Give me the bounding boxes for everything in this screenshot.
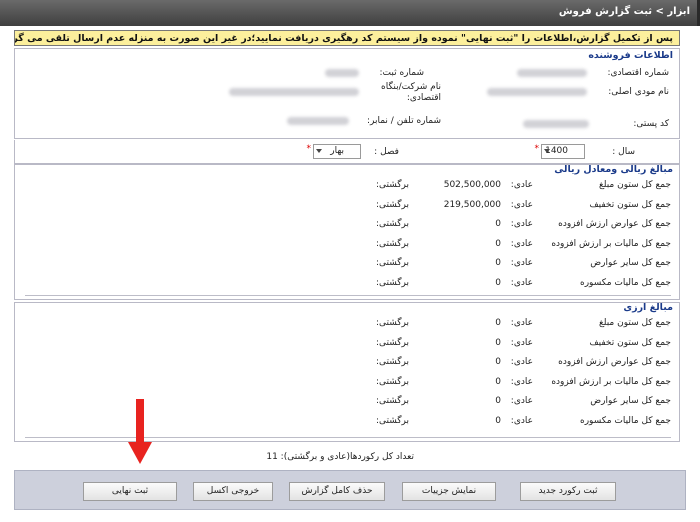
breadcrumb: ابزار > ثبت گزارش فروش: [558, 6, 690, 17]
row-label: جمع کل عوارض ارزش افزوده: [558, 357, 671, 367]
row-label: جمع کل سایر عوارض: [590, 258, 671, 268]
return-label: برگشتی:: [375, 357, 409, 367]
row-label: جمع کل ستون تخفیف: [589, 199, 671, 210]
return-label: برگشتی:: [375, 337, 409, 348]
normal-label: عادی:: [510, 396, 533, 406]
company-name-label: نام شرکت/بنگاه اقتصادی:: [381, 82, 441, 103]
action-button-bar: ثبت رکورد جدید نمایش جزییات حذف کامل گزا…: [14, 470, 686, 510]
title-bar: ابزار > ثبت گزارش فروش: [0, 0, 700, 26]
row-label: جمع کل سایر عوارض: [590, 396, 671, 406]
season-label: فصل :: [374, 147, 399, 157]
seller-info-title: اطلاعات فروشنده: [588, 50, 673, 61]
delete-report-button[interactable]: حذف کامل گزارش: [289, 482, 385, 501]
seller-info-panel: اطلاعات فروشنده شماره اقتصادی: شماره ثبت…: [14, 48, 680, 139]
normal-label: عادی:: [510, 277, 533, 288]
normal-label: عادی:: [510, 318, 533, 328]
row-label: جمع کل مالیات بر ارزش افزوده: [551, 376, 671, 387]
warning-notice: پس از تکمیل گزارش،اطلاعات را "ثبت نهایی"…: [14, 30, 680, 46]
record-count: تعداد کل رکوردها(عادی و برگشتی): 11: [266, 452, 414, 462]
company-name-value: [229, 88, 359, 96]
return-label: برگشتی:: [375, 318, 409, 328]
return-label: برگشتی:: [375, 415, 409, 426]
normal-label: عادی:: [510, 219, 533, 229]
final-submit-button[interactable]: ثبت نهایی: [83, 482, 177, 501]
normal-label: عادی:: [510, 357, 533, 367]
taxpayer-name-value: [487, 88, 587, 96]
return-label: برگشتی:: [375, 376, 409, 387]
rial-amounts-panel: مبالغ ریالی ومعادل ریالی جمع کل ستون مبل…: [14, 164, 680, 300]
year-required-mark: *: [534, 144, 540, 154]
return-label: برگشتی:: [375, 238, 409, 249]
phone-label: شماره تلفن / نمابر:: [366, 116, 441, 126]
return-label: برگشتی:: [375, 277, 409, 288]
row-label: جمع کل عوارض ارزش افزوده: [558, 219, 671, 229]
row-label: جمع کل مالیات مکسوره: [579, 415, 671, 426]
row-label: جمع کل ستون مبلغ: [598, 180, 671, 190]
normal-label: عادی:: [510, 337, 533, 348]
row-label: جمع کل مالیات مکسوره: [579, 277, 671, 288]
chevron-down-icon: [316, 149, 322, 153]
taxpayer-name-label: نام مودی اصلی:: [608, 87, 669, 97]
season-required-mark: *: [306, 144, 312, 154]
currency-amounts-title: مبالغ ارزی: [623, 302, 673, 313]
economic-code-label: شماره اقتصادی:: [607, 68, 669, 78]
show-details-button[interactable]: نمایش جزییات: [402, 482, 496, 501]
economic-code-value: [517, 69, 587, 77]
normal-label: عادی:: [510, 238, 533, 249]
postal-code-label: کد پستی:: [633, 119, 669, 129]
return-label: برگشتی:: [375, 396, 409, 406]
reg-no-value: [325, 69, 359, 77]
normal-label: عادی:: [510, 415, 533, 426]
red-arrow-down-icon: [128, 442, 152, 464]
red-arrow-shaft: [136, 399, 144, 443]
postal-code-value: [523, 120, 589, 128]
year-label: سال :: [612, 147, 635, 157]
return-label: برگشتی:: [375, 180, 409, 190]
season-select[interactable]: بهار: [313, 144, 361, 159]
normal-label: عادی:: [510, 199, 533, 210]
currency-amounts-panel: مبالغ ارزی جمع کل ستون مبلغ عادی: 0 برگشتی:…: [14, 302, 680, 442]
row-label: جمع کل مالیات بر ارزش افزوده: [551, 238, 671, 249]
return-label: برگشتی:: [375, 219, 409, 229]
normal-label: عادی:: [510, 258, 533, 268]
reg-no-label: شماره ثبت:: [379, 68, 425, 78]
filter-panel: سال : 1400 * فصل : بهار *: [14, 140, 680, 164]
new-record-button[interactable]: ثبت رکورد جدید: [520, 482, 616, 501]
row-label: جمع کل ستون مبلغ: [598, 318, 671, 328]
section-divider: [25, 437, 671, 438]
chevron-down-icon: [544, 149, 550, 153]
normal-label: عادی:: [510, 376, 533, 387]
return-label: برگشتی:: [375, 199, 409, 210]
phone-value: [287, 117, 349, 125]
row-label: جمع کل ستون تخفیف: [589, 337, 671, 348]
year-select[interactable]: 1400: [541, 144, 585, 159]
rial-amounts-title: مبالغ ریالی ومعادل ریالی: [554, 164, 673, 175]
excel-export-button[interactable]: خروجی اکسل: [193, 482, 273, 501]
return-label: برگشتی:: [375, 258, 409, 268]
section-divider: [25, 295, 671, 296]
normal-label: عادی:: [510, 180, 533, 190]
season-select-value: بهار: [330, 146, 344, 156]
